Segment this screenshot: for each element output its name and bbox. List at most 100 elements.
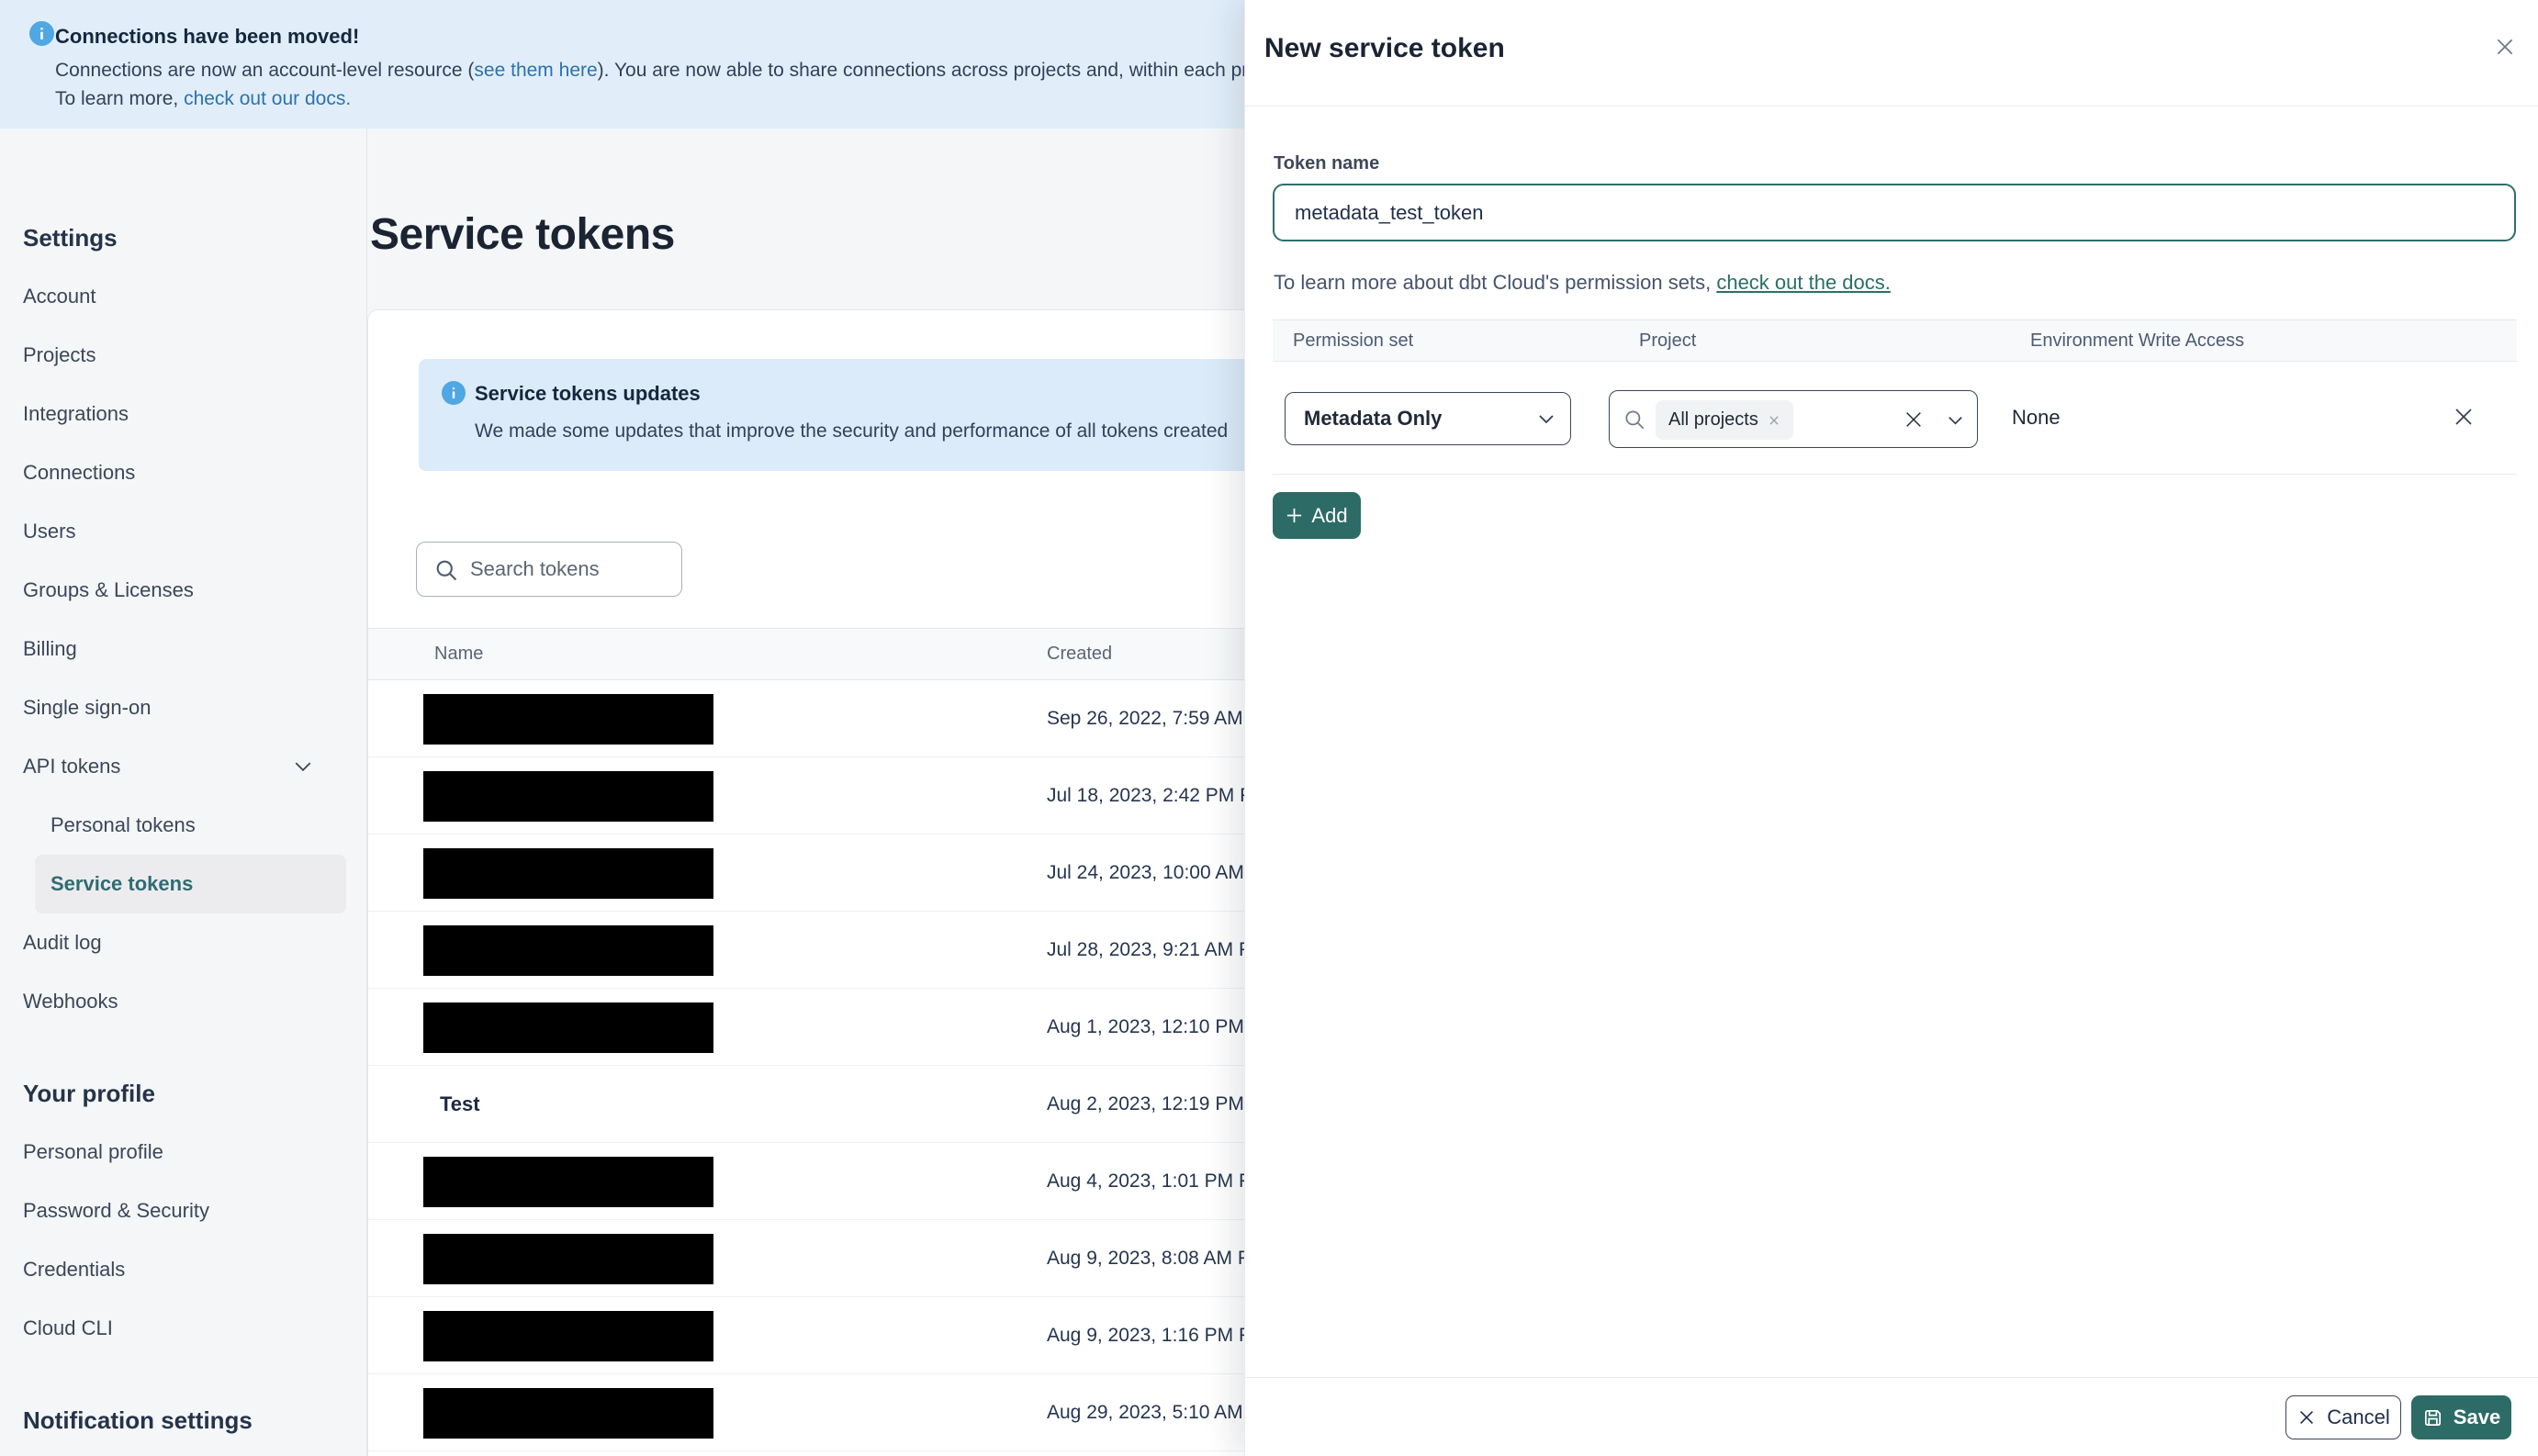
sidebar-item-service-tokens[interactable]: Service tokens <box>35 855 346 913</box>
sidebar-item-label: Cloud CLI <box>23 1316 113 1339</box>
sidebar-item-label: Notification settings <box>23 1406 253 1434</box>
info-icon <box>442 381 466 405</box>
chevron-down-icon <box>293 760 313 773</box>
search-tokens-box <box>416 542 682 597</box>
sidebar-item-label: Projects <box>23 343 96 366</box>
plus-icon <box>1287 508 1302 523</box>
all-projects-chip[interactable]: All projects <box>1656 400 1793 440</box>
sidebar-item-integrations[interactable]: Integrations <box>0 385 366 443</box>
sidebar-item-single-sign-on[interactable]: Single sign-on <box>0 678 366 737</box>
sidebar-item-connections[interactable]: Connections <box>0 443 366 502</box>
chevron-down-icon[interactable] <box>1947 414 1964 426</box>
sidebar-item-webhooks[interactable]: Webhooks <box>0 972 366 1031</box>
sidebar-item-label: Webhooks <box>23 990 118 1013</box>
sidebar-item-api-tokens[interactable]: API tokens <box>0 737 366 796</box>
sidebar-heading-notification-settings: Notification settings <box>0 1391 366 1450</box>
sidebar-item-label: Integrations <box>23 402 129 425</box>
sidebar-item-groups-licenses[interactable]: Groups & Licenses <box>0 561 366 620</box>
save-button[interactable]: Save <box>2411 1395 2511 1439</box>
banner-heading: Connections have been moved! <box>55 25 360 48</box>
drawer-footer: Cancel Save <box>1245 1377 2538 1456</box>
sidebar-item-label: Billing <box>23 637 77 660</box>
permission-help-text: To learn more about dbt Cloud's permissi… <box>1274 271 1891 295</box>
chip-label: All projects <box>1668 409 1758 430</box>
sidebar-item-label: Personal tokens <box>51 813 196 836</box>
token-created: Aug 29, 2023, 5:10 AM P <box>1047 1401 1262 1423</box>
sidebar-item-audit-log[interactable]: Audit log <box>0 913 366 972</box>
token-created: Aug 1, 2023, 12:10 PM P <box>1047 1015 1263 1037</box>
redacted-name <box>423 694 713 745</box>
sidebar-item-label: API tokens <box>23 755 121 778</box>
sidebar-item-projects[interactable]: Projects <box>0 326 366 385</box>
search-icon <box>1623 408 1646 431</box>
see-them-here-link[interactable]: see them here <box>474 60 597 81</box>
add-permission-button[interactable]: Add <box>1273 492 1361 539</box>
info-icon <box>29 21 54 46</box>
drawer-header: New service token <box>1245 0 2538 106</box>
sidebar-item-label: Password & Security <box>23 1199 209 1222</box>
chip-remove-icon[interactable] <box>1768 414 1780 427</box>
sidebar-item-label: Connections <box>23 461 136 484</box>
banner-more-text: To learn more, <box>55 88 185 109</box>
new-service-token-drawer: New service token Token name To learn mo… <box>1244 0 2538 1456</box>
token-created: Aug 2, 2023, 12:19 PM P <box>1047 1092 1263 1114</box>
sidebar-item-personal-tokens[interactable]: Personal tokens <box>0 796 366 855</box>
environment-write-access-value: None <box>2012 406 2061 429</box>
sidebar-item-billing[interactable]: Billing <box>0 620 366 678</box>
permission-set-value: Metadata Only <box>1304 407 1443 430</box>
column-header-project: Project <box>1639 330 1697 351</box>
column-header-created: Created <box>1047 644 1113 664</box>
redacted-name <box>423 848 713 899</box>
project-multiselect[interactable]: All projects <box>1609 390 1978 448</box>
sidebar-nav: Account Projects Integrations Connections Us… <box>0 267 366 1450</box>
sidebar-item-label: Audit log <box>23 931 102 954</box>
column-header-permission-set: Permission set <box>1293 330 1414 351</box>
page-title: Service tokens <box>370 210 675 259</box>
token-name-label: Token name <box>1274 153 1380 174</box>
help-text: To learn more about dbt Cloud's permissi… <box>1274 271 1717 294</box>
drawer-title: New service token <box>1264 33 1505 63</box>
token-created: Jul 18, 2023, 2:42 PM P <box>1047 784 1253 806</box>
sidebar-item-label: Single sign-on <box>23 696 152 719</box>
chevron-down-icon <box>1537 412 1555 425</box>
close-icon[interactable] <box>2488 30 2521 63</box>
banner-body-text: Connections are now an account-level res… <box>55 60 475 81</box>
check-out-docs-link[interactable]: check out our docs. <box>184 88 351 109</box>
banner-more: To learn more, check out our docs. <box>55 88 351 110</box>
sidebar-item-users[interactable]: Users <box>0 502 366 561</box>
token-created: Aug 9, 2023, 1:16 PM P <box>1047 1324 1252 1346</box>
notice-body: We made some updates that improve the se… <box>475 420 1229 442</box>
sidebar-item-label: Your profile <box>23 1079 155 1107</box>
remove-row-icon[interactable] <box>2453 406 2475 428</box>
column-header-environment-write-access: Environment Write Access <box>2030 330 2245 351</box>
token-created: Aug 9, 2023, 8:08 AM P <box>1047 1247 1251 1269</box>
sidebar-heading-settings: Settings <box>0 208 366 267</box>
token-name-input[interactable] <box>1273 184 2516 241</box>
search-input[interactable] <box>470 543 672 596</box>
sidebar-item-password-security[interactable]: Password & Security <box>0 1182 366 1240</box>
sidebar-item-label: Personal profile <box>23 1140 163 1163</box>
permission-set-select[interactable]: Metadata Only <box>1285 392 1571 445</box>
sidebar-item-personal-profile[interactable]: Personal profile <box>0 1123 366 1182</box>
add-button-label: Add <box>1311 503 1348 527</box>
token-created: Jul 28, 2023, 9:21 AM P <box>1047 938 1252 960</box>
save-button-label: Save <box>2453 1406 2501 1428</box>
redacted-name <box>423 1234 713 1284</box>
check-out-the-docs-link[interactable]: check out the docs. <box>1716 271 1891 294</box>
clear-selection-icon[interactable] <box>1904 409 1924 430</box>
cancel-button[interactable]: Cancel <box>2285 1395 2401 1439</box>
save-icon <box>2424 1409 2441 1426</box>
cancel-button-label: Cancel <box>2327 1406 2390 1428</box>
search-icon <box>436 560 457 581</box>
token-created: Jul 24, 2023, 10:00 AM <box>1047 861 1244 883</box>
sidebar-item-cloud-cli[interactable]: Cloud CLI <box>0 1299 366 1358</box>
permission-table: Permission set Project Environment Write… <box>1273 319 2517 475</box>
banner-body: Connections are now an account-level res… <box>55 60 1248 82</box>
sidebar-item-account[interactable]: Account <box>0 267 366 326</box>
settings-sidebar: Settings Account Projects Integrations Conn… <box>0 129 367 1456</box>
sidebar-item-label: Users <box>23 520 76 543</box>
sidebar-item-label: Service tokens <box>51 872 194 895</box>
sidebar-heading-your-profile: Your profile <box>0 1064 366 1123</box>
sidebar-item-credentials[interactable]: Credentials <box>0 1240 366 1299</box>
redacted-name <box>423 771 713 822</box>
